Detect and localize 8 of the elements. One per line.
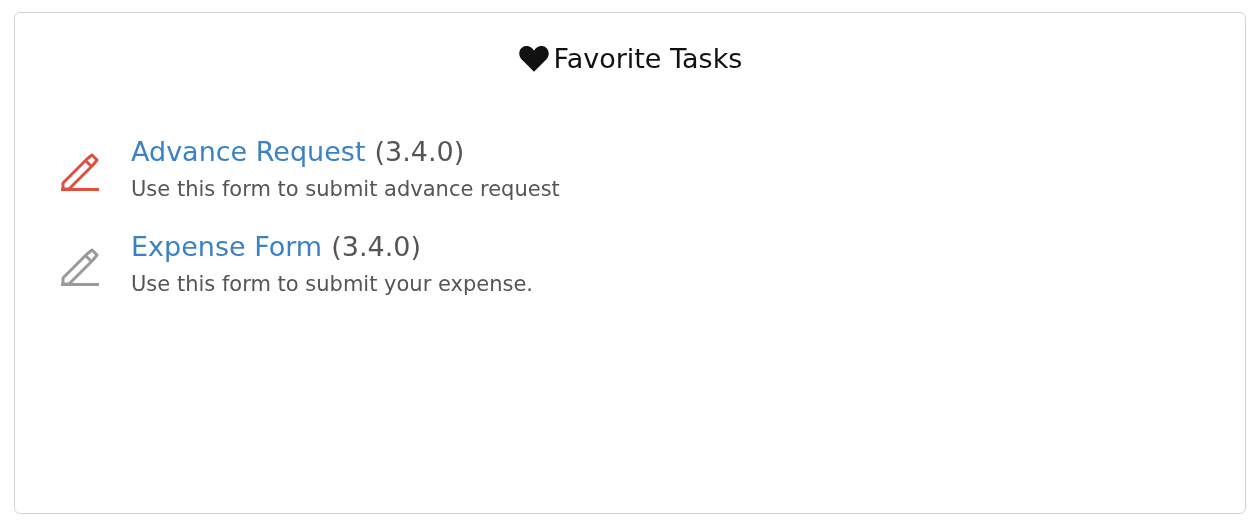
- task-description: Use this form to submit your expense.: [131, 272, 534, 296]
- task-link[interactable]: Advance Request: [131, 136, 366, 167]
- heart-icon: [517, 44, 550, 73]
- task-version: (3.4.0): [374, 136, 465, 167]
- task-version: (3.4.0): [331, 231, 421, 262]
- task-link[interactable]: Expense Form: [131, 231, 323, 262]
- card-title: Favorite Tasks: [553, 43, 743, 74]
- task-description: Use this form to submit advance request: [131, 177, 560, 201]
